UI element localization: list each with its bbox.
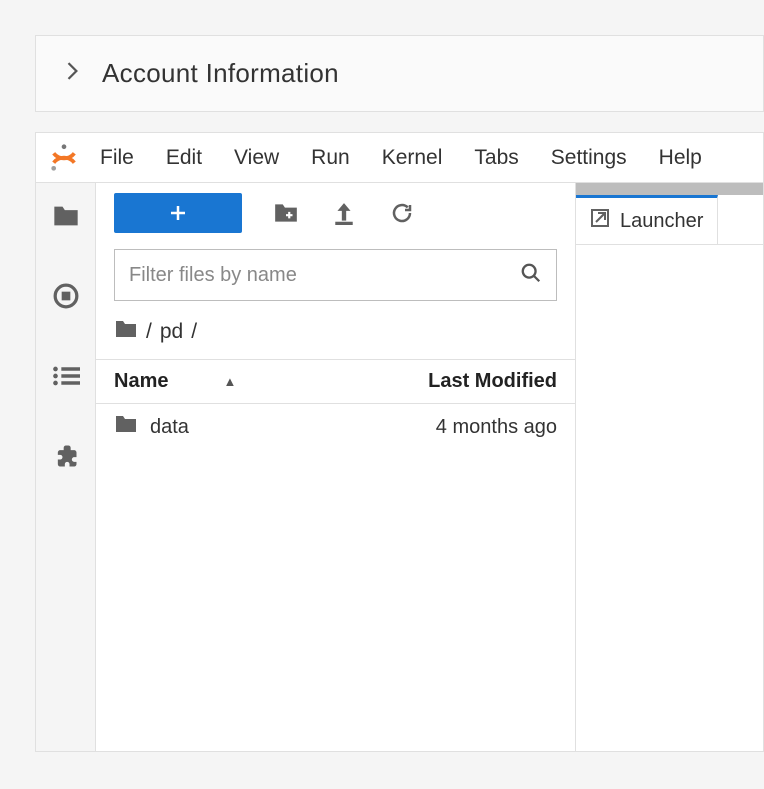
jupyter-logo-icon[interactable] xyxy=(44,143,84,173)
chevron-right-icon xyxy=(66,62,80,85)
tab-bar: Launcher xyxy=(576,195,763,245)
search-icon xyxy=(520,262,542,289)
menu-settings[interactable]: Settings xyxy=(535,133,643,183)
menu-tabs[interactable]: Tabs xyxy=(458,133,534,183)
toc-tab-icon[interactable] xyxy=(51,361,81,391)
main-area: / pd / Name ▲ Last Modified data xyxy=(36,183,763,751)
menu-kernel[interactable]: Kernel xyxy=(366,133,459,183)
new-folder-icon[interactable] xyxy=(272,199,300,227)
column-name[interactable]: Name ▲ xyxy=(96,370,296,393)
item-name: data xyxy=(150,416,189,439)
file-browser: / pd / Name ▲ Last Modified data xyxy=(96,183,576,751)
account-title: Account Information xyxy=(102,58,339,89)
sort-asc-icon: ▲ xyxy=(223,374,236,389)
filter-input[interactable] xyxy=(129,264,520,287)
launch-icon xyxy=(590,208,610,234)
column-modified[interactable]: Last Modified xyxy=(296,370,575,393)
filter-box[interactable] xyxy=(114,249,557,301)
refresh-icon[interactable] xyxy=(388,199,416,227)
filter-row xyxy=(96,241,575,311)
breadcrumb-part[interactable]: pd xyxy=(160,320,183,344)
column-name-label: Name xyxy=(114,370,168,393)
menu-help[interactable]: Help xyxy=(643,133,718,183)
tab-label: Launcher xyxy=(620,210,703,233)
file-browser-toolbar xyxy=(96,183,575,241)
tab-strip-handle[interactable] xyxy=(576,183,763,195)
menu-file[interactable]: File xyxy=(84,133,150,183)
breadcrumb[interactable]: / pd / xyxy=(96,311,575,360)
new-launcher-button[interactable] xyxy=(114,193,242,233)
menu-edit[interactable]: Edit xyxy=(150,133,218,183)
account-header[interactable]: Account Information xyxy=(35,35,764,112)
item-modified: 4 months ago xyxy=(296,416,575,439)
column-modified-label: Last Modified xyxy=(428,370,557,392)
running-sessions-tab-icon[interactable] xyxy=(51,281,81,311)
folder-icon xyxy=(114,414,138,440)
menu-run[interactable]: Run xyxy=(295,133,366,183)
content-area: Launcher xyxy=(576,183,763,751)
file-browser-tab-icon[interactable] xyxy=(51,201,81,231)
menu-view[interactable]: View xyxy=(218,133,295,183)
menubar: File Edit View Run Kernel Tabs Settings … xyxy=(36,133,763,183)
extensions-tab-icon[interactable] xyxy=(51,441,81,471)
breadcrumb-sep: / xyxy=(146,320,152,344)
jupyter-app: File Edit View Run Kernel Tabs Settings … xyxy=(35,132,764,752)
file-list-header: Name ▲ Last Modified xyxy=(96,360,575,404)
list-item[interactable]: data 4 months ago xyxy=(96,404,575,450)
activity-bar xyxy=(36,183,96,751)
breadcrumb-sep: / xyxy=(191,320,197,344)
tab-launcher[interactable]: Launcher xyxy=(576,195,718,244)
upload-icon[interactable] xyxy=(330,199,358,227)
folder-icon xyxy=(114,319,138,345)
